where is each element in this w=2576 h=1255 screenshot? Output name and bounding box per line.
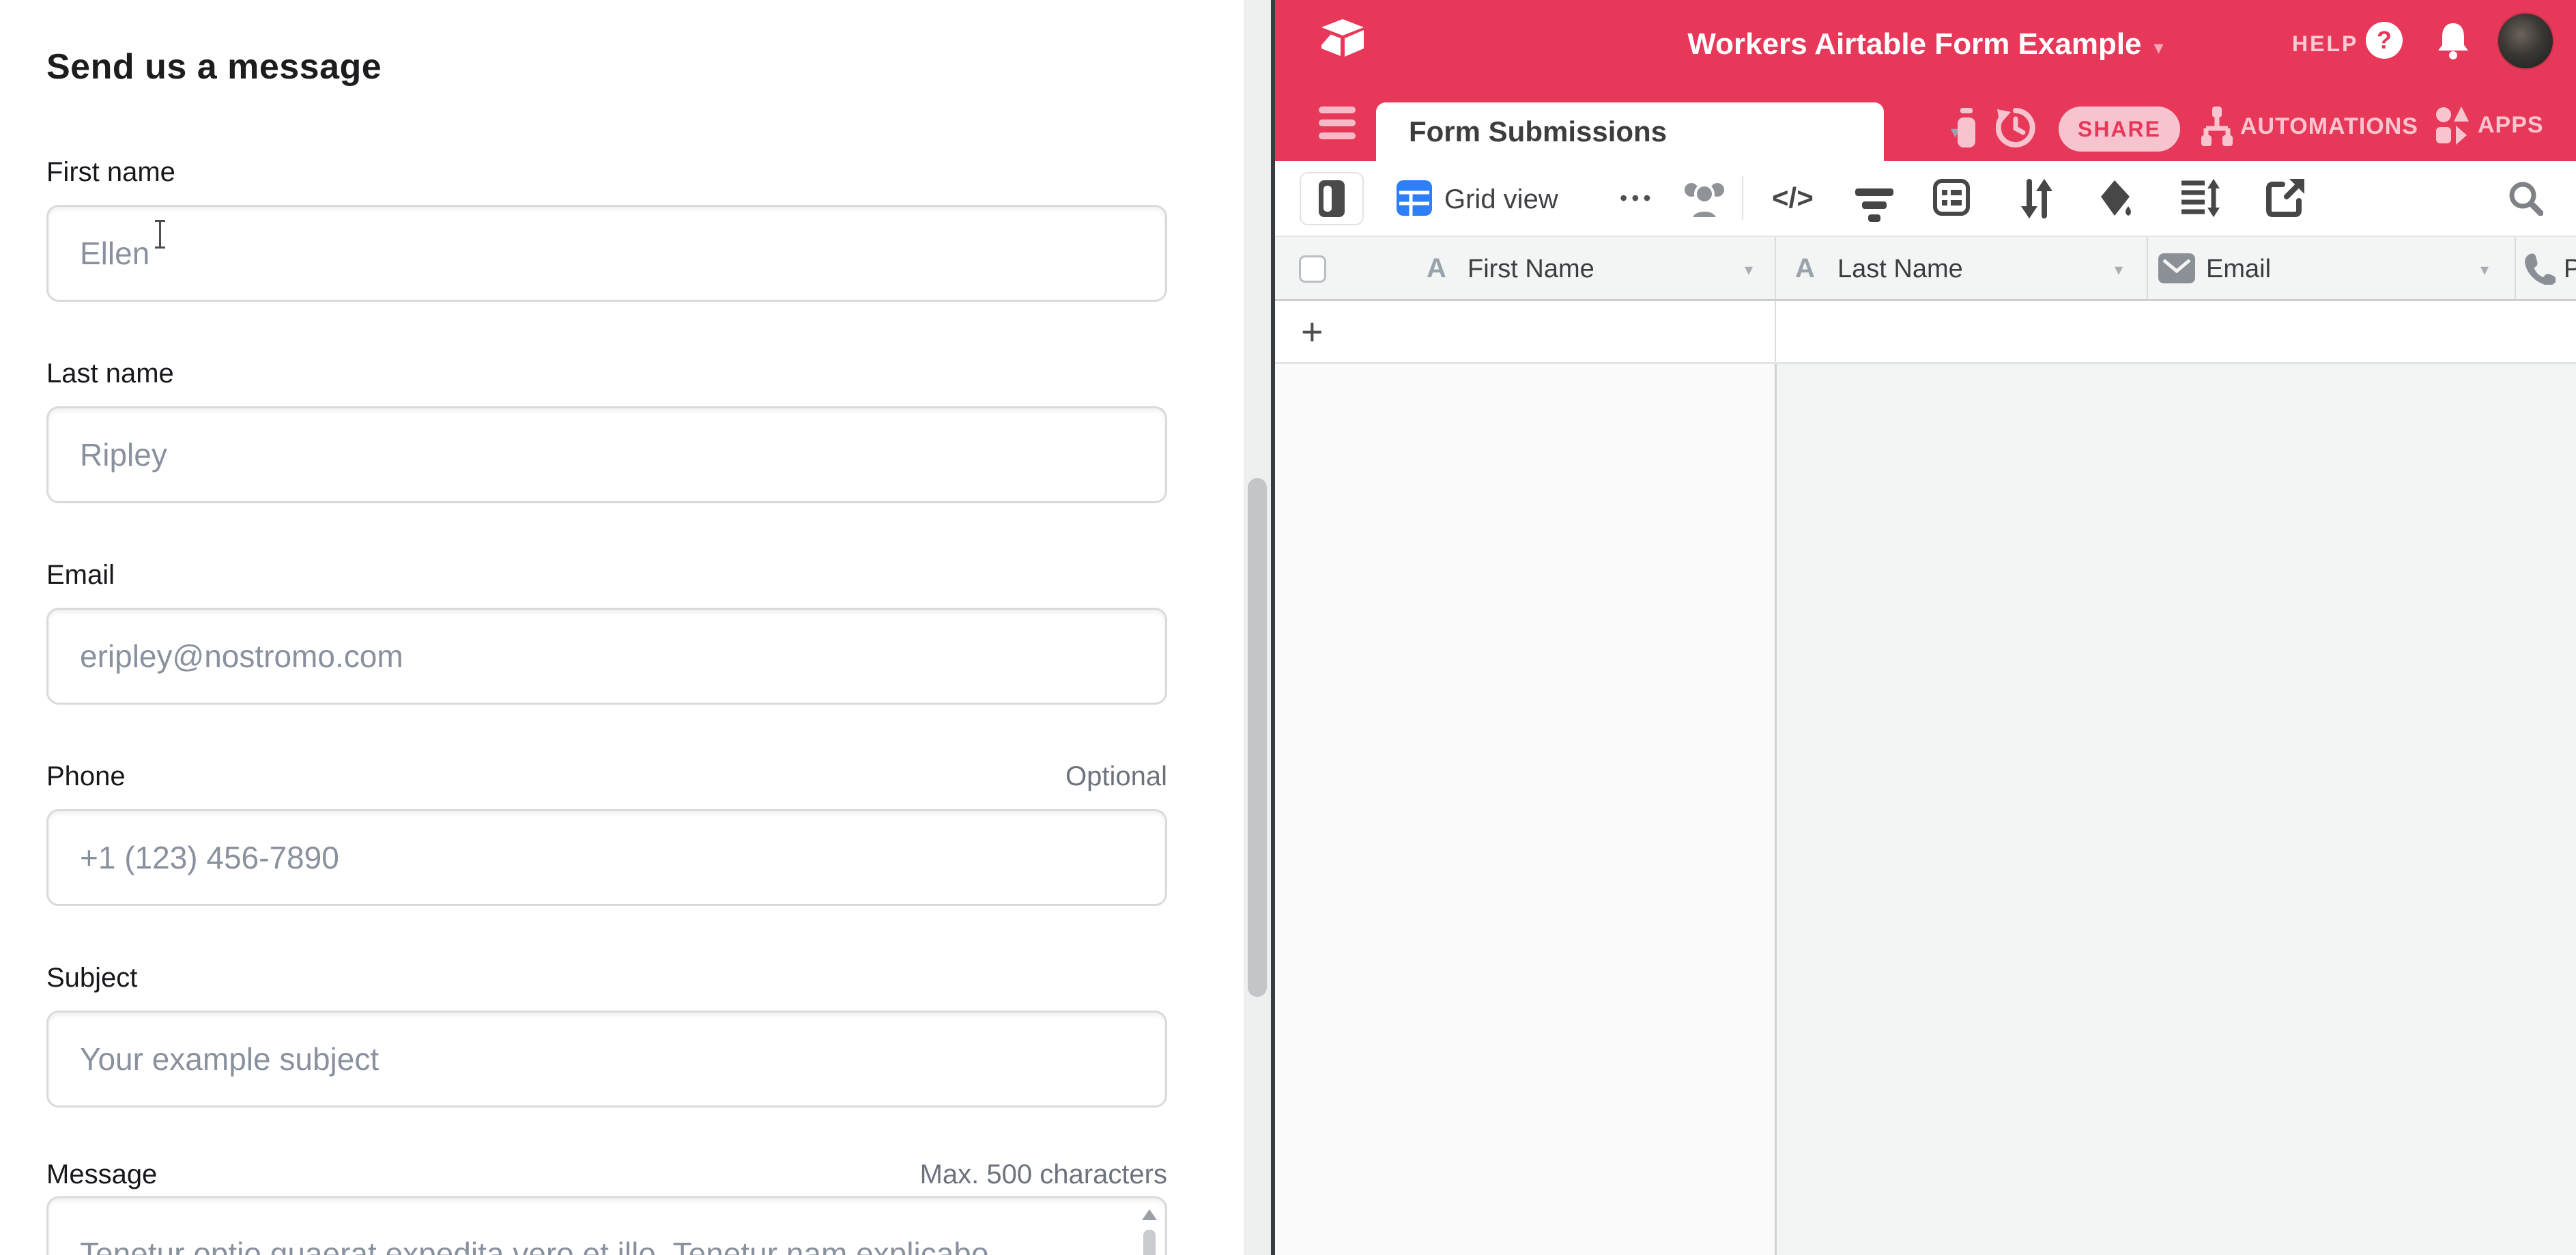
phone-field-head: Phone Optional — [46, 761, 1167, 792]
collaborators-icon[interactable] — [1682, 179, 1727, 220]
view-name[interactable]: Grid view — [1444, 184, 1558, 215]
base-title-caret-icon[interactable]: ▾ — [2154, 31, 2164, 59]
column-caret-icon[interactable]: ▾ — [1745, 260, 1753, 280]
last-name-field-head: Last name — [46, 358, 1167, 389]
automations-icon — [2201, 105, 2233, 147]
text-cursor-icon — [154, 220, 165, 249]
column-header-phone[interactable]: Phone — [2564, 255, 2576, 284]
email-placeholder: eripley@nostromo.com — [80, 638, 403, 675]
airtable-logo-icon[interactable] — [1319, 18, 1366, 60]
group-icon[interactable] — [1933, 179, 1970, 216]
grid-view-icon — [1397, 180, 1432, 216]
help-button[interactable]: HELP — [2292, 31, 2358, 57]
sidebar-menu-icon[interactable] — [1319, 107, 1356, 139]
message-field-head: Message Max. 500 characters — [46, 1159, 1167, 1190]
phone-field-type-icon — [2523, 252, 2556, 285]
user-avatar[interactable] — [2497, 12, 2554, 70]
table-tab-label: Form Submissions — [1409, 115, 1667, 148]
email-label: Email — [46, 560, 115, 591]
apps-icon — [2435, 105, 2470, 145]
view-more-icon[interactable]: ••• — [1620, 186, 1655, 211]
filter-icon[interactable] — [1855, 188, 1893, 227]
airtable-topbar: Workers Airtable Form Example ▾ HELP ? F… — [1275, 0, 2576, 161]
subject-placeholder: Your example subject — [80, 1041, 379, 1077]
scroll-up-arrow-icon[interactable] — [1142, 1209, 1157, 1220]
notifications-bell-icon[interactable] — [2435, 22, 2471, 60]
add-row-plus-icon[interactable]: + — [1301, 309, 1323, 354]
color-icon[interactable] — [2097, 179, 2135, 218]
automations-button[interactable]: AUTOMATIONS — [2201, 105, 2418, 147]
column-header-first-name[interactable]: First Name — [1468, 255, 1594, 284]
apps-button[interactable]: APPS — [2435, 105, 2544, 145]
share-button[interactable]: SHARE — [2059, 107, 2180, 152]
email-field-head: Email — [46, 560, 1167, 591]
column-divider[interactable] — [1775, 237, 1776, 299]
add-row[interactable]: + — [1275, 301, 2576, 364]
last-name-placeholder: Ripley — [80, 436, 167, 473]
message-textarea[interactable]: Tenetur optio quaerat expedita vero et i… — [46, 1196, 1167, 1255]
text-field-type-icon: A — [1795, 253, 1815, 284]
text-field-type-icon: A — [1427, 253, 1446, 284]
automations-label: AUTOMATIONS — [2240, 113, 2418, 140]
message-text: Tenetur optio quaerat expedita vero et i… — [80, 1234, 1097, 1255]
column-divider — [1775, 364, 1777, 1255]
last-name-label: Last name — [46, 358, 174, 389]
row-height-icon[interactable] — [2180, 179, 2220, 217]
base-title: Workers Airtable Form Example — [1687, 27, 2141, 61]
panel-icon — [1319, 180, 1345, 217]
hide-fields-icon[interactable]: </> — [1772, 182, 1814, 214]
column-caret-icon[interactable]: ▾ — [2480, 260, 2489, 280]
textarea-scroll-thumb[interactable] — [1143, 1230, 1156, 1255]
sort-icon[interactable] — [2019, 179, 2055, 218]
apps-label: APPS — [2478, 112, 2544, 139]
trash-icon[interactable] — [1951, 108, 1982, 147]
screen: Send us a message First name Ellen Last … — [0, 0, 2576, 1255]
column-header-email[interactable]: Email — [2206, 255, 2271, 284]
email-input[interactable]: eripley@nostromo.com — [46, 608, 1167, 705]
email-field-type-icon — [2158, 253, 2195, 283]
phone-input[interactable]: +1 (123) 456-7890 — [46, 809, 1167, 906]
phone-optional-note: Optional — [1065, 761, 1167, 792]
toolbar-divider — [1742, 176, 1743, 220]
column-caret-icon[interactable]: ▾ — [2115, 260, 2123, 280]
first-name-input[interactable]: Ellen — [46, 205, 1167, 302]
help-question-icon[interactable]: ? — [2366, 22, 2403, 59]
view-toolbar: Grid view ••• </> — [1275, 161, 2576, 236]
select-all-checkbox[interactable] — [1299, 255, 1326, 283]
base-title-wrap[interactable]: Workers Airtable Form Example ▾ — [1687, 27, 2163, 61]
column-header-last-name[interactable]: Last Name — [1837, 255, 1963, 284]
first-name-field-head: First name — [46, 157, 1167, 188]
subject-label: Subject — [46, 963, 137, 993]
grid-empty-area — [1275, 364, 2576, 1255]
message-maxchars-note: Max. 500 characters — [920, 1159, 1167, 1190]
share-view-icon[interactable] — [2266, 179, 2304, 217]
phone-placeholder: +1 (123) 456-7890 — [80, 839, 339, 876]
form-title: Send us a message — [46, 46, 382, 87]
form-pane-scrollbar[interactable] — [1244, 0, 1271, 1255]
contact-form-pane: Send us a message First name Ellen Last … — [0, 0, 1242, 1255]
first-name-placeholder: Ellen — [80, 235, 149, 272]
column-divider[interactable] — [2147, 237, 2148, 299]
airtable-pane: Workers Airtable Form Example ▾ HELP ? F… — [1275, 0, 2576, 1255]
grid-rows-gutter — [1275, 364, 1775, 1255]
column-divider[interactable] — [2515, 237, 2516, 299]
last-name-input[interactable]: Ripley — [46, 406, 1167, 503]
textarea-scrollbar[interactable] — [1139, 1205, 1160, 1255]
column-divider — [1775, 301, 1776, 362]
search-icon[interactable] — [2508, 180, 2543, 216]
form-pane-scroll-thumb[interactable] — [1248, 478, 1267, 997]
history-icon[interactable] — [1996, 108, 2035, 147]
grid-header-row: A First Name ▾ A Last Name ▾ Email ▾ Pho… — [1275, 236, 2576, 301]
tab-form-submissions[interactable]: Form Submissions ▾ — [1376, 102, 1884, 161]
subject-input[interactable]: Your example subject — [46, 1011, 1167, 1108]
first-name-label: First name — [46, 157, 175, 188]
view-sidebar-toggle-button[interactable] — [1300, 172, 1364, 225]
subject-field-head: Subject — [46, 963, 1167, 993]
phone-label: Phone — [46, 761, 126, 792]
message-label: Message — [46, 1159, 157, 1190]
